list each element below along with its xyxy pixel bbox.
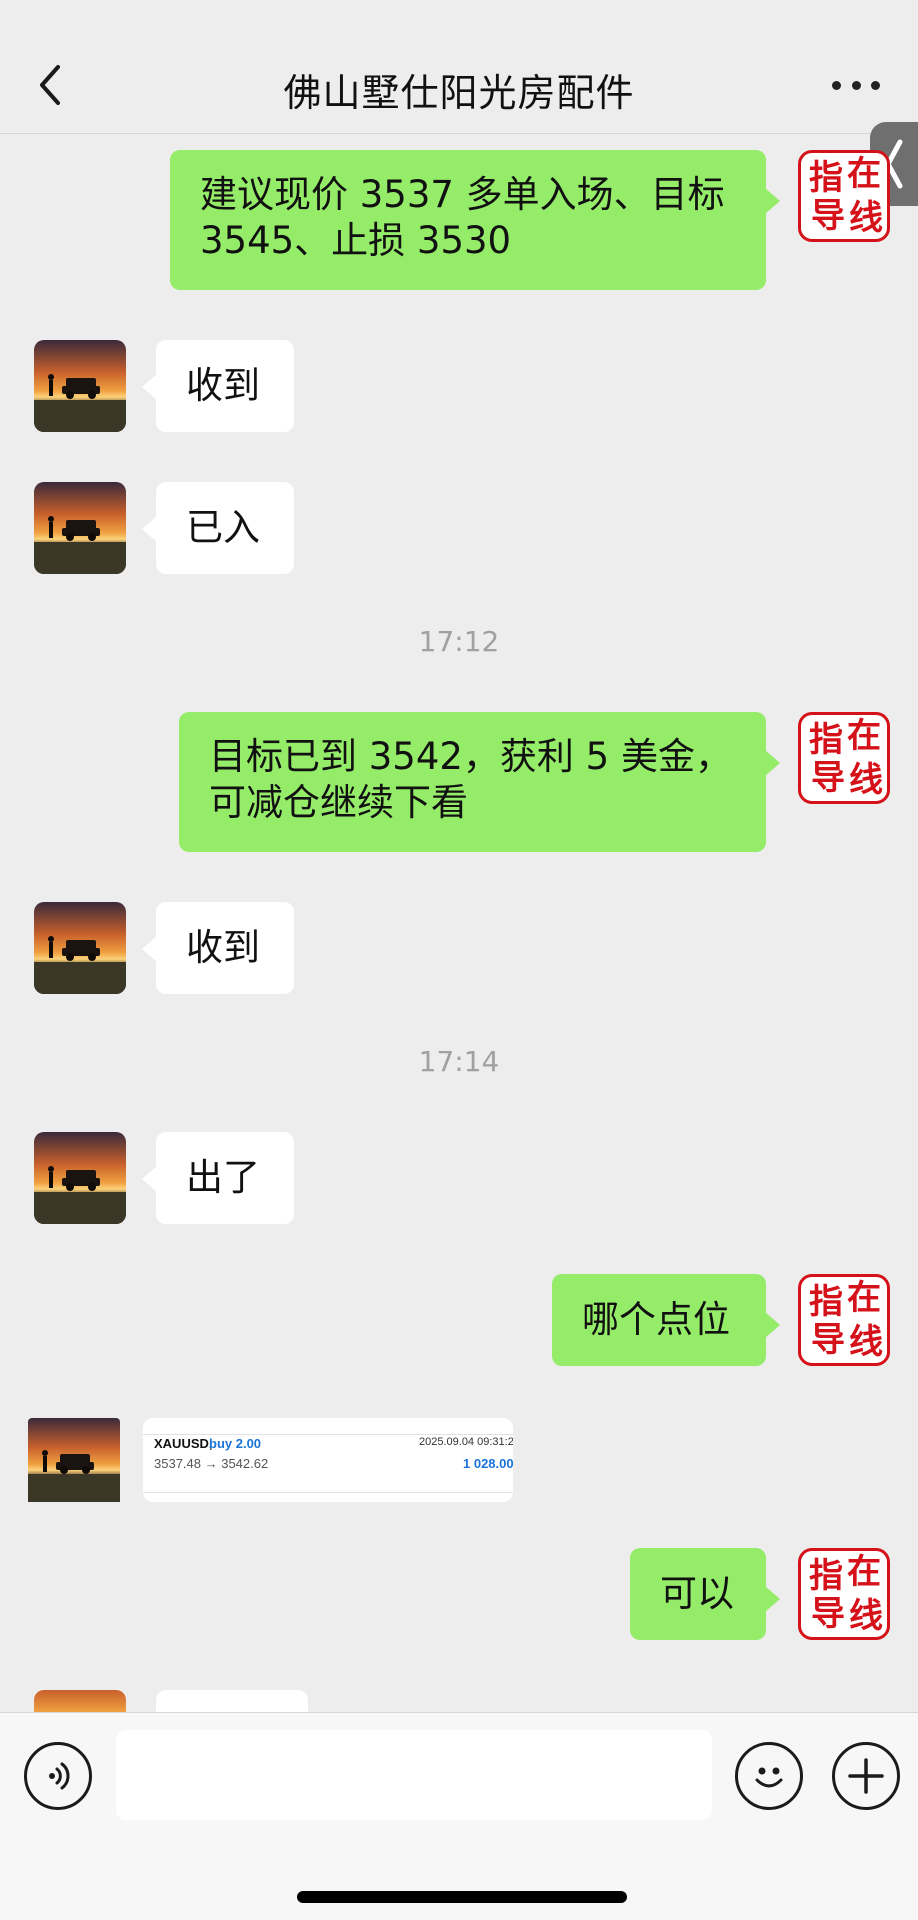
message-text: 可以: [660, 1572, 734, 1615]
stamp-char: 导: [811, 758, 845, 798]
trade-symbol: XAUUSD,: [154, 1436, 213, 1451]
stamp-char: 指: [809, 1282, 843, 1322]
trade-direction: buy 2.00: [209, 1436, 262, 1451]
chat-timestamp: 17:12: [418, 625, 500, 658]
message-bubble-sent[interactable]: 建议现价 3537 多单入场、目标 3545、止损 3530: [170, 150, 780, 290]
emoji-button[interactable]: [735, 1742, 803, 1810]
message-bubble-received[interactable]: 收到: [142, 902, 294, 994]
more-button[interactable]: [832, 70, 880, 100]
message-bubble-received[interactable]: 出了: [142, 1132, 294, 1224]
plus-icon: [848, 1758, 884, 1794]
avatar-self-stamp[interactable]: 指 在 导 线: [798, 1274, 890, 1366]
stamp-char: 线: [849, 760, 883, 800]
message-line: 建议现价 3537 多单入场、目标: [200, 173, 725, 216]
home-indicator[interactable]: [297, 1891, 627, 1903]
emoji-icon: [755, 1767, 783, 1788]
stamp-char: 指: [809, 720, 843, 760]
message-bubble-sent[interactable]: 哪个点位: [552, 1274, 780, 1366]
stamp-char: 线: [849, 198, 883, 238]
message-bubble-received[interactable]: [156, 1690, 308, 1712]
avatar-self-stamp[interactable]: 指 在 导 线: [798, 150, 890, 242]
trade-profit: 1 028.00: [463, 1456, 513, 1471]
stamp-char: 导: [811, 1594, 845, 1634]
message-text: 哪个点位: [582, 1298, 730, 1341]
avatar-self-stamp[interactable]: 指 在 导 线: [798, 712, 890, 804]
voice-input-button[interactable]: [24, 1742, 92, 1810]
stamp-char: 线: [849, 1322, 883, 1362]
stamp-char: 在: [847, 1278, 881, 1318]
voice-icon: [49, 1762, 70, 1790]
chat-title: 佛山墅仕阳光房配件: [283, 71, 635, 115]
avatar-contact[interactable]: [34, 1690, 126, 1712]
message-bubble-received[interactable]: 收到: [142, 340, 294, 432]
avatar-contact[interactable]: [28, 1418, 120, 1510]
stamp-char: 在: [847, 154, 881, 194]
stamp-char: 在: [847, 716, 881, 756]
message-text: 已入: [186, 506, 260, 549]
message-line: 3545、止损 3530: [200, 219, 512, 262]
trade-prices: 3537.48 → 3542.62: [154, 1456, 269, 1471]
trade-datetime: 2025.09.04 09:31:22: [419, 1436, 513, 1448]
add-button[interactable]: [832, 1742, 900, 1810]
stamp-char: 导: [811, 1320, 845, 1360]
message-text: 收到: [186, 364, 260, 407]
message-bubble-sent[interactable]: 可以: [630, 1548, 780, 1640]
message-bubble-received[interactable]: 已入: [142, 482, 294, 574]
stamp-char: 在: [847, 1552, 881, 1592]
message-text: 出了: [186, 1156, 260, 1199]
stamp-char: 指: [809, 1556, 843, 1596]
stamp-char: 线: [849, 1596, 883, 1636]
avatar-contact[interactable]: [34, 340, 126, 432]
trade-screenshot-image[interactable]: XAUUSD, buy 2.00 2025.09.04 09:31:22 353…: [143, 1418, 513, 1502]
avatar-contact[interactable]: [34, 482, 126, 574]
message-input[interactable]: [116, 1730, 712, 1820]
avatar-contact[interactable]: [34, 1132, 126, 1224]
chat-header: 佛山墅仕阳光房配件: [0, 0, 918, 134]
stamp-char: 指: [809, 158, 843, 198]
message-bubble-sent[interactable]: 目标已到 3542，获利 5 美金， 可减仓继续下看: [179, 712, 780, 852]
stamp-char: 导: [811, 196, 845, 236]
message-text: 收到: [186, 926, 260, 969]
avatar-self-stamp[interactable]: 指 在 导 线: [798, 1548, 890, 1640]
message-line: 可减仓继续下看: [209, 781, 468, 824]
more-dots-icon: [832, 80, 841, 90]
avatar-contact[interactable]: [34, 902, 126, 994]
chat-timestamp: 17:14: [418, 1045, 500, 1078]
message-line: 目标已到 3542，获利 5 美金，: [209, 735, 732, 778]
